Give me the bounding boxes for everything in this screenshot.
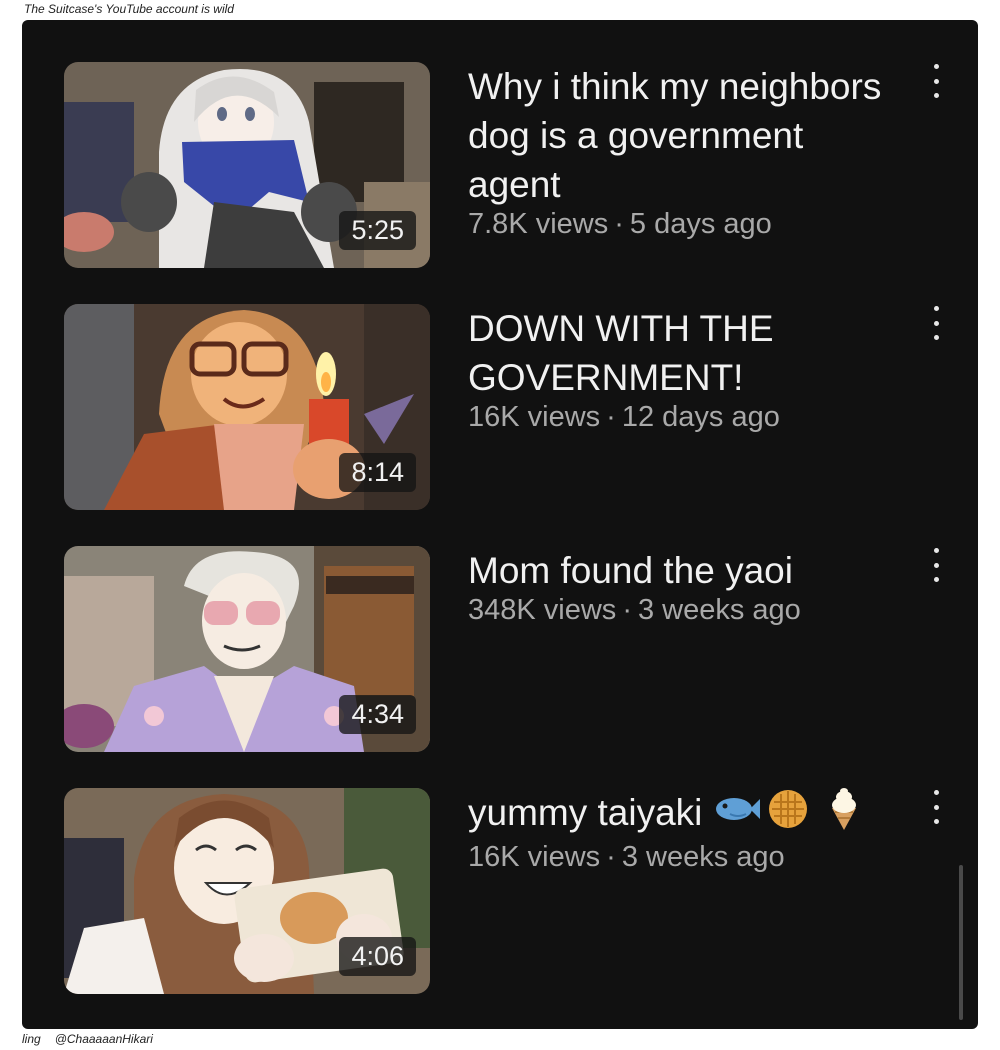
video-title[interactable]: DOWN WITH THE GOVERNMENT! [468, 304, 898, 402]
video-thumbnail[interactable]: 8:14 [64, 304, 430, 510]
meta-separator: · [622, 594, 632, 626]
caption-bottom-left: ling [22, 1032, 41, 1046]
scrollbar[interactable] [959, 865, 963, 1020]
more-options-icon[interactable] [925, 548, 947, 582]
video-duration: 4:06 [339, 937, 416, 976]
video-meta: 16K views · 12 days ago [468, 400, 898, 434]
video-item[interactable]: 8:14 DOWN WITH THE GOVERNMENT! 16K views… [22, 304, 978, 514]
title-emojis [712, 788, 858, 842]
video-meta: 16K views · 3 weeks ago [468, 840, 898, 874]
caption-handle: @ChaaaaanHikari [54, 1032, 153, 1046]
video-meta: 7.8K views · 5 days ago [468, 207, 898, 241]
meta-separator: · [606, 401, 616, 433]
waffle-emoji-icon [769, 790, 808, 829]
emoji-strip-icon [716, 788, 857, 831]
more-options-icon[interactable] [925, 790, 947, 824]
video-views: 7.8K views [468, 208, 609, 240]
video-age: 12 days ago [621, 401, 780, 433]
video-title[interactable]: Mom found the yaoi [468, 546, 898, 595]
video-title[interactable]: yummy taiyaki [468, 788, 898, 842]
video-item[interactable]: 4:06 yummy taiyaki 16K views · 3 weeks a… [22, 788, 978, 998]
meta-separator: · [606, 841, 616, 874]
video-list-screen: 5:25 Why i think my neighbors dog is a g… [22, 20, 978, 1029]
video-views: 16K views [468, 401, 601, 433]
meta-separator: · [614, 208, 624, 240]
video-age: 5 days ago [629, 208, 772, 240]
video-age: 3 weeks ago [621, 841, 785, 874]
ice-cream-emoji-icon [832, 788, 857, 831]
video-duration: 8:14 [339, 453, 416, 492]
video-thumbnail[interactable]: 4:34 [64, 546, 430, 752]
video-info[interactable]: Mom found the yaoi 348K views · 3 weeks ag… [468, 546, 898, 627]
video-duration: 4:34 [339, 695, 416, 734]
video-duration: 5:25 [339, 211, 416, 250]
video-thumbnail[interactable]: 5:25 [64, 62, 430, 268]
video-title[interactable]: Why i think my neighbors dog is a govern… [468, 62, 898, 209]
video-info[interactable]: yummy taiyaki 16K views · 3 weeks ago [468, 788, 898, 874]
video-title-text: yummy taiyaki [468, 792, 703, 833]
video-item[interactable]: 4:34 Mom found the yaoi 348K views · 3 wee… [22, 546, 978, 756]
more-options-icon[interactable] [925, 64, 947, 98]
video-item[interactable]: 5:25 Why i think my neighbors dog is a g… [22, 62, 978, 272]
video-thumbnail[interactable]: 4:06 [64, 788, 430, 994]
video-info[interactable]: DOWN WITH THE GOVERNMENT! 16K views · 12 d… [468, 304, 898, 434]
video-meta: 348K views · 3 weeks ago [468, 593, 898, 627]
more-options-icon[interactable] [925, 306, 947, 340]
video-views: 348K views [468, 594, 617, 626]
caption-top: The Suitcase's YouTube account is wild [24, 2, 234, 16]
video-info[interactable]: Why i think my neighbors dog is a govern… [468, 62, 898, 241]
fish-emoji-icon [716, 798, 761, 821]
caption-bottom: ling @ChaaaaanHikari [22, 1032, 153, 1046]
video-views: 16K views [468, 841, 601, 874]
video-age: 3 weeks ago [637, 594, 801, 626]
